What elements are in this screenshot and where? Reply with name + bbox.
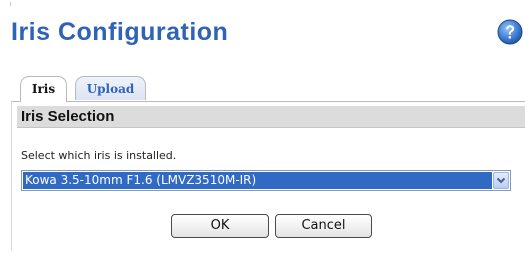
window-corner-mark xyxy=(10,2,11,6)
section-header-iris-selection: Iris Selection xyxy=(17,106,525,128)
cancel-button[interactable]: Cancel xyxy=(275,214,372,238)
page-title: Iris Configuration xyxy=(11,18,229,46)
chevron-down-icon xyxy=(496,177,506,184)
iris-select-value: Kowa 3.5-10mm F1.6 (LMVZ3510M-IR) xyxy=(23,172,492,189)
tab-upload[interactable]: Upload xyxy=(75,76,146,100)
tab-iris[interactable]: Iris xyxy=(20,76,67,102)
ok-button[interactable]: OK xyxy=(171,214,269,238)
iris-select[interactable]: Kowa 3.5-10mm F1.6 (LMVZ3510M-IR) xyxy=(21,170,511,191)
iris-instruction-text: Select which iris is installed. xyxy=(21,149,177,162)
dropdown-button[interactable] xyxy=(493,172,509,189)
help-question-icon[interactable] xyxy=(497,19,523,45)
